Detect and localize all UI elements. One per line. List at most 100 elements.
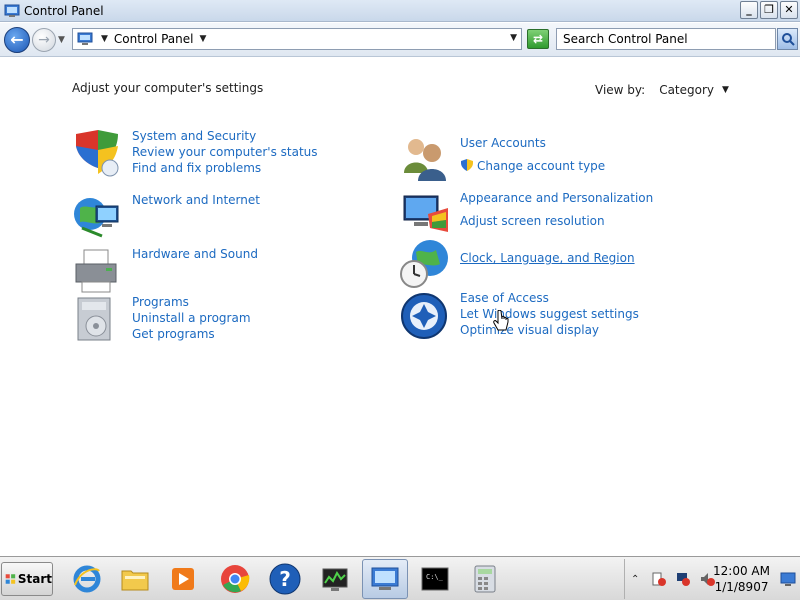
network-status-icon[interactable] — [675, 571, 691, 587]
breadcrumb-control-panel[interactable]: Control Panel — [114, 32, 194, 46]
link-adjust-screen-resolution[interactable]: Adjust screen resolution — [460, 213, 653, 229]
page-title: Adjust your computer's settings — [72, 81, 264, 95]
category-user-accounts: User Accounts Change account type — [400, 133, 605, 185]
windows-logo-icon — [5, 574, 16, 584]
breadcrumb-separator-icon[interactable]: ▼ — [101, 34, 108, 44]
back-arrow-icon: ← — [10, 30, 24, 49]
network-icon[interactable] — [72, 192, 124, 244]
link-let-windows-suggest[interactable]: Let Windows suggest settings — [460, 306, 639, 322]
show-hidden-icons-icon[interactable]: ⌃ — [631, 574, 639, 585]
link-review-status[interactable]: Review your computer's status — [132, 144, 318, 160]
users-icon[interactable] — [400, 133, 452, 185]
refresh-button[interactable]: ⇄ — [527, 29, 549, 49]
view-by-dropdown[interactable]: Category — [659, 83, 714, 97]
link-system-and-security[interactable]: System and Security — [132, 128, 318, 144]
uac-shield-icon — [461, 159, 473, 171]
link-uninstall-program[interactable]: Uninstall a program — [132, 310, 251, 326]
link-clock-language-region[interactable]: Clock, Language, and Region — [460, 250, 635, 266]
svg-text:C:\_: C:\_ — [426, 573, 444, 581]
printer-icon[interactable] — [72, 246, 124, 298]
link-hardware-and-sound[interactable]: Hardware and Sound — [132, 246, 258, 262]
link-optimize-visual-display[interactable]: Optimize visual display — [460, 322, 639, 338]
search-icon — [781, 33, 795, 46]
refresh-icon: ⇄ — [532, 32, 544, 46]
chevron-down-icon[interactable]: ▼ — [722, 85, 729, 95]
control-panel-icon — [371, 567, 399, 590]
media-player-icon — [172, 568, 194, 590]
taskbar-media-player[interactable] — [160, 559, 206, 599]
link-change-account-type[interactable]: Change account type — [477, 158, 605, 174]
category-network-internet: Network and Internet — [72, 192, 260, 244]
category-links: System and Security Review your computer… — [124, 128, 318, 180]
link-appearance-personalization[interactable]: Appearance and Personalization — [460, 190, 653, 206]
address-dropdown-icon[interactable]: ▼ — [510, 33, 517, 43]
ease-of-access-icon[interactable] — [400, 290, 452, 342]
task-manager-icon — [322, 568, 348, 591]
link-find-fix-problems[interactable]: Find and fix problems — [132, 160, 318, 176]
taskbar-help[interactable]: ? — [262, 559, 308, 599]
category-links: Ease of Access Let Windows suggest setti… — [452, 290, 639, 342]
show-desktop-icon[interactable] — [780, 571, 796, 587]
category-clock-language-region: Clock, Language, and Region — [400, 238, 635, 290]
link-ease-of-access[interactable]: Ease of Access — [460, 290, 639, 306]
globe-clock-icon[interactable] — [400, 238, 452, 290]
category-ease-of-access: Ease of Access Let Windows suggest setti… — [400, 290, 639, 342]
category-links: Hardware and Sound — [124, 246, 258, 298]
view-by-control: View by: Category ▼ — [595, 83, 729, 97]
taskbar-chrome[interactable] — [212, 559, 258, 599]
category-hardware-sound: Hardware and Sound — [72, 246, 258, 298]
control-panel-content: Adjust your computer's settings View by:… — [0, 58, 800, 556]
category-system-security: System and Security Review your computer… — [72, 128, 318, 180]
breadcrumb-chevron-icon[interactable]: ▼ — [200, 34, 207, 44]
svg-text:?: ? — [279, 567, 291, 591]
address-toolbar: ← → ▼ ▼ Control Panel ▼ ▼ ⇄ Search Contr… — [0, 23, 800, 57]
cmd-icon: C:\_ — [421, 567, 449, 591]
start-label: Start — [17, 572, 52, 586]
link-programs[interactable]: Programs — [132, 294, 251, 310]
category-links: Clock, Language, and Region — [452, 238, 635, 290]
taskbar-task-manager[interactable] — [312, 559, 358, 599]
search-button[interactable] — [777, 28, 798, 50]
taskbar-internet-explorer[interactable] — [64, 559, 110, 599]
start-button[interactable]: Start — [1, 562, 53, 596]
control-panel-app-icon — [4, 4, 20, 17]
category-appearance: Appearance and Personalization Adjust sc… — [400, 188, 653, 240]
clock[interactable]: 12:00 AM 1/1/8907 — [713, 563, 770, 595]
category-links: Programs Uninstall a program Get program… — [124, 294, 251, 346]
clock-time: 12:00 AM — [713, 564, 770, 578]
forward-button[interactable]: → — [32, 28, 56, 52]
link-get-programs[interactable]: Get programs — [132, 326, 251, 342]
back-button[interactable]: ← — [4, 27, 30, 53]
taskbar-explorer[interactable] — [112, 559, 158, 599]
link-network-and-internet[interactable]: Network and Internet — [132, 192, 260, 208]
programs-icon[interactable] — [72, 294, 124, 346]
minimize-button[interactable]: _ — [740, 1, 758, 19]
address-field[interactable]: ▼ Control Panel ▼ ▼ — [72, 28, 522, 50]
link-row-change-account-type: Change account type — [460, 158, 605, 174]
action-center-icon[interactable] — [651, 571, 667, 587]
taskbar: Start ? C:\_ ⌃ 12:00 AM 1/1/8907 — [0, 556, 800, 600]
category-links: Appearance and Personalization Adjust sc… — [452, 188, 653, 240]
recent-pages-dropdown[interactable]: ▼ — [58, 35, 68, 45]
hand-cursor-icon — [493, 310, 509, 331]
category-programs: Programs Uninstall a program Get program… — [72, 294, 251, 346]
taskbar-command-prompt[interactable]: C:\_ — [412, 559, 458, 599]
title-bar: Control Panel _ ❐ ✕ — [0, 0, 800, 22]
help-icon: ? — [269, 563, 301, 595]
control-panel-icon — [77, 32, 93, 45]
view-by-label: View by: — [595, 83, 646, 97]
window-controls: _ ❐ ✕ — [740, 1, 798, 19]
shield-icon[interactable] — [72, 128, 124, 180]
system-tray: ⌃ 12:00 AM 1/1/8907 — [624, 559, 798, 599]
restore-button[interactable]: ❐ — [760, 1, 778, 19]
taskbar-calculator[interactable] — [462, 559, 508, 599]
window-title: Control Panel — [24, 3, 104, 18]
close-button[interactable]: ✕ — [780, 1, 798, 19]
category-links: Network and Internet — [124, 192, 260, 244]
calculator-icon — [474, 565, 496, 593]
search-input[interactable]: Search Control Panel — [556, 28, 776, 50]
forward-arrow-icon: → — [38, 32, 50, 48]
display-icon[interactable] — [400, 188, 452, 240]
link-user-accounts[interactable]: User Accounts — [460, 135, 605, 151]
taskbar-control-panel[interactable] — [362, 559, 408, 599]
